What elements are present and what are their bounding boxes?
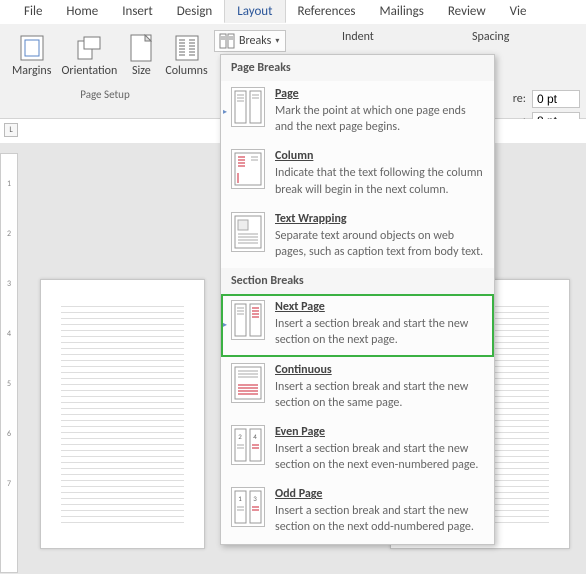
spacing-before-input[interactable] bbox=[532, 90, 580, 108]
tab-view[interactable]: Vie bbox=[498, 0, 539, 23]
document-page-1[interactable] bbox=[40, 279, 205, 549]
margins-button[interactable]: Margins bbox=[12, 32, 51, 80]
tab-design[interactable]: Design bbox=[165, 0, 224, 23]
break-desc: Insert a section break and start the new… bbox=[275, 379, 484, 411]
break-option-text-wrapping[interactable]: Text Wrapping Separate text around objec… bbox=[221, 206, 494, 268]
orientation-button[interactable]: Orientation bbox=[61, 32, 117, 80]
break-desc: Insert a section break and start the new… bbox=[275, 503, 484, 535]
break-title: Page bbox=[275, 87, 484, 101]
orientation-label: Orientation bbox=[61, 64, 117, 78]
breaks-dropdown-button[interactable]: Breaks ▾ bbox=[214, 30, 286, 52]
break-title: Even Page bbox=[275, 425, 484, 439]
orientation-icon bbox=[75, 34, 103, 62]
break-option-odd-page[interactable]: 1 3 Odd Page Insert a section break and … bbox=[221, 481, 494, 543]
break-desc: Insert a section break and start the new… bbox=[275, 316, 484, 348]
svg-text:1: 1 bbox=[238, 494, 242, 503]
break-title: Odd Page bbox=[275, 487, 484, 501]
ruler-tick: 7 bbox=[1, 479, 17, 489]
section-breaks-header: Section Breaks bbox=[221, 268, 494, 294]
tab-references[interactable]: References bbox=[286, 0, 368, 23]
break-option-next-page[interactable]: ▸ Next Page Insert a section break and s… bbox=[221, 294, 494, 356]
page-setup-group-label: Page Setup bbox=[0, 88, 210, 101]
chevron-right-icon: ▸ bbox=[223, 107, 227, 117]
spacing-header: Spacing bbox=[472, 30, 509, 44]
breaks-icon bbox=[219, 33, 235, 49]
tab-file[interactable]: File bbox=[12, 0, 54, 23]
break-desc: Indicate that the text following the col… bbox=[275, 165, 484, 197]
text-wrapping-icon bbox=[231, 212, 265, 252]
even-page-break-icon: 2 4 bbox=[231, 425, 265, 465]
ruler-tick: 6 bbox=[1, 429, 17, 439]
spacing-before-label: re: bbox=[496, 92, 526, 106]
break-title: Continuous bbox=[275, 363, 484, 377]
ruler-tick: 4 bbox=[1, 329, 17, 339]
svg-text:4: 4 bbox=[253, 432, 257, 441]
margins-label: Margins bbox=[12, 64, 51, 78]
ruler-tick: 2 bbox=[1, 229, 17, 239]
ruler-tick: 1 bbox=[1, 179, 17, 189]
breaks-dropdown-panel: Page Breaks ▸ Page Mark the point at whi… bbox=[220, 54, 495, 545]
ruler-tick: 5 bbox=[1, 379, 17, 389]
page-breaks-header: Page Breaks bbox=[221, 55, 494, 81]
break-option-column[interactable]: Column Indicate that the text following … bbox=[221, 143, 494, 205]
tab-insert[interactable]: Insert bbox=[110, 0, 165, 23]
tab-mailings[interactable]: Mailings bbox=[368, 0, 436, 23]
ruler-tick: 3 bbox=[1, 279, 17, 289]
svg-text:3: 3 bbox=[253, 494, 257, 503]
chevron-down-icon: ▾ bbox=[275, 36, 279, 46]
break-title: Next Page bbox=[275, 300, 484, 314]
page-break-icon bbox=[231, 87, 265, 127]
tab-home[interactable]: Home bbox=[54, 0, 110, 23]
next-page-break-icon bbox=[231, 300, 265, 340]
size-button[interactable]: Size bbox=[127, 32, 155, 80]
size-icon bbox=[127, 34, 155, 62]
tab-layout[interactable]: Layout bbox=[224, 0, 285, 23]
break-option-even-page[interactable]: 2 4 Even Page Insert a section break and… bbox=[221, 419, 494, 481]
chevron-right-icon: ▸ bbox=[223, 320, 227, 330]
column-break-icon bbox=[231, 149, 265, 189]
break-desc: Insert a section break and start the new… bbox=[275, 441, 484, 473]
vertical-ruler: 1 2 3 4 5 6 7 bbox=[0, 153, 18, 573]
break-title: Text Wrapping bbox=[275, 212, 484, 226]
break-desc: Mark the point at which one page ends an… bbox=[275, 103, 484, 135]
tab-review[interactable]: Review bbox=[436, 0, 498, 23]
indent-header: Indent bbox=[342, 30, 472, 44]
break-desc: Separate text around objects on web page… bbox=[275, 228, 484, 260]
break-option-continuous[interactable]: Continuous Insert a section break and st… bbox=[221, 357, 494, 419]
ribbon-tabs: File Home Insert Design Layout Reference… bbox=[0, 0, 586, 24]
break-option-page[interactable]: ▸ Page Mark the point at which one page … bbox=[221, 81, 494, 143]
odd-page-break-icon: 1 3 bbox=[231, 487, 265, 527]
columns-button[interactable]: Columns bbox=[165, 32, 207, 80]
break-title: Column bbox=[275, 149, 484, 163]
tab-stop-marker[interactable]: L bbox=[4, 123, 18, 137]
breaks-label: Breaks bbox=[239, 34, 271, 48]
size-label: Size bbox=[132, 64, 151, 78]
continuous-break-icon bbox=[231, 363, 265, 403]
columns-label: Columns bbox=[165, 64, 207, 78]
group-page-setup: Margins Orientation Size bbox=[0, 24, 210, 118]
margins-icon bbox=[18, 34, 46, 62]
columns-icon bbox=[173, 34, 201, 62]
svg-text:2: 2 bbox=[238, 432, 242, 441]
